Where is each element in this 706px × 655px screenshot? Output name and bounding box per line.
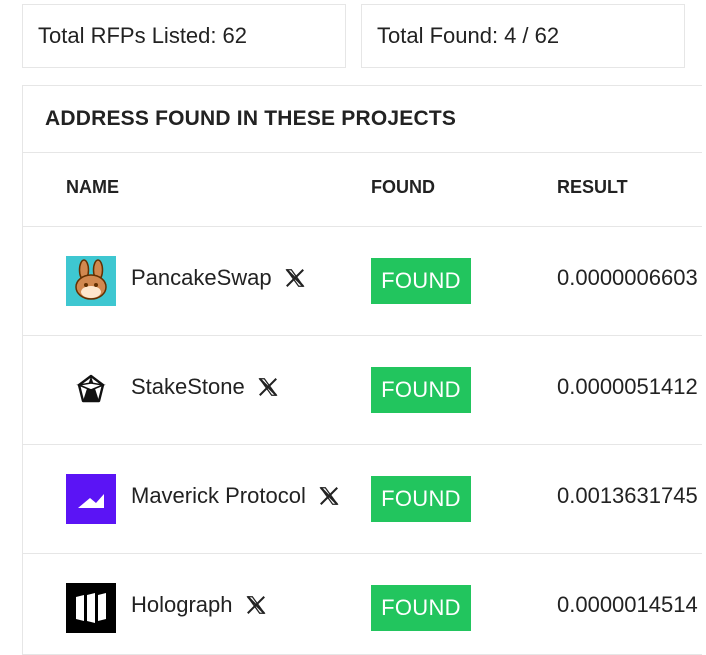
result-value: 0.0000006603 — [557, 265, 698, 290]
holograph-logo — [66, 583, 116, 633]
maverick-logo — [66, 474, 116, 524]
status-badge: FOUND — [371, 585, 471, 631]
stakestone-logo — [66, 365, 116, 415]
total-found-label: Total Found: — [377, 23, 499, 48]
column-header-result: RESULT — [557, 177, 628, 197]
status-badge: FOUND — [371, 476, 471, 522]
pancakeswap-logo — [66, 256, 116, 306]
project-name: StakeStone — [131, 374, 245, 399]
table-row: PancakeSwap FOUND 0.0000006603 — [23, 227, 702, 336]
table-row: Maverick Protocol FOUND 0.0013631745 — [23, 445, 702, 554]
status-badge: FOUND — [371, 367, 471, 413]
table-row: Holograph FOUND 0.0000014514 — [23, 554, 702, 654]
result-value: 0.0000051412 — [557, 374, 698, 399]
total-rfps-card: Total RFPs Listed: 62 — [22, 4, 346, 68]
x-icon[interactable] — [318, 485, 340, 507]
projects-panel: ADDRESS FOUND IN THESE PROJECTS NAME FOU… — [22, 85, 702, 655]
total-found-card: Total Found: 4 / 62 — [361, 4, 685, 68]
project-name: Maverick Protocol — [131, 483, 306, 508]
project-name: PancakeSwap — [131, 265, 272, 290]
panel-title: ADDRESS FOUND IN THESE PROJECTS — [23, 86, 702, 153]
status-badge: FOUND — [371, 258, 471, 304]
x-icon[interactable] — [257, 376, 279, 398]
table-header: NAME FOUND RESULT — [23, 153, 702, 227]
x-icon[interactable] — [245, 594, 267, 616]
project-name: Holograph — [131, 592, 233, 617]
table-row: StakeStone FOUND 0.0000051412 — [23, 336, 702, 445]
total-rfps-label: Total RFPs Listed: — [38, 23, 217, 48]
result-value: 0.0000014514 — [557, 592, 698, 617]
column-header-found: FOUND — [371, 177, 435, 197]
result-value: 0.0013631745 — [557, 483, 698, 508]
column-header-name: NAME — [66, 177, 119, 197]
total-found-value: 4 / 62 — [504, 23, 560, 48]
x-icon[interactable] — [284, 267, 306, 289]
total-rfps-value: 62 — [222, 23, 247, 48]
